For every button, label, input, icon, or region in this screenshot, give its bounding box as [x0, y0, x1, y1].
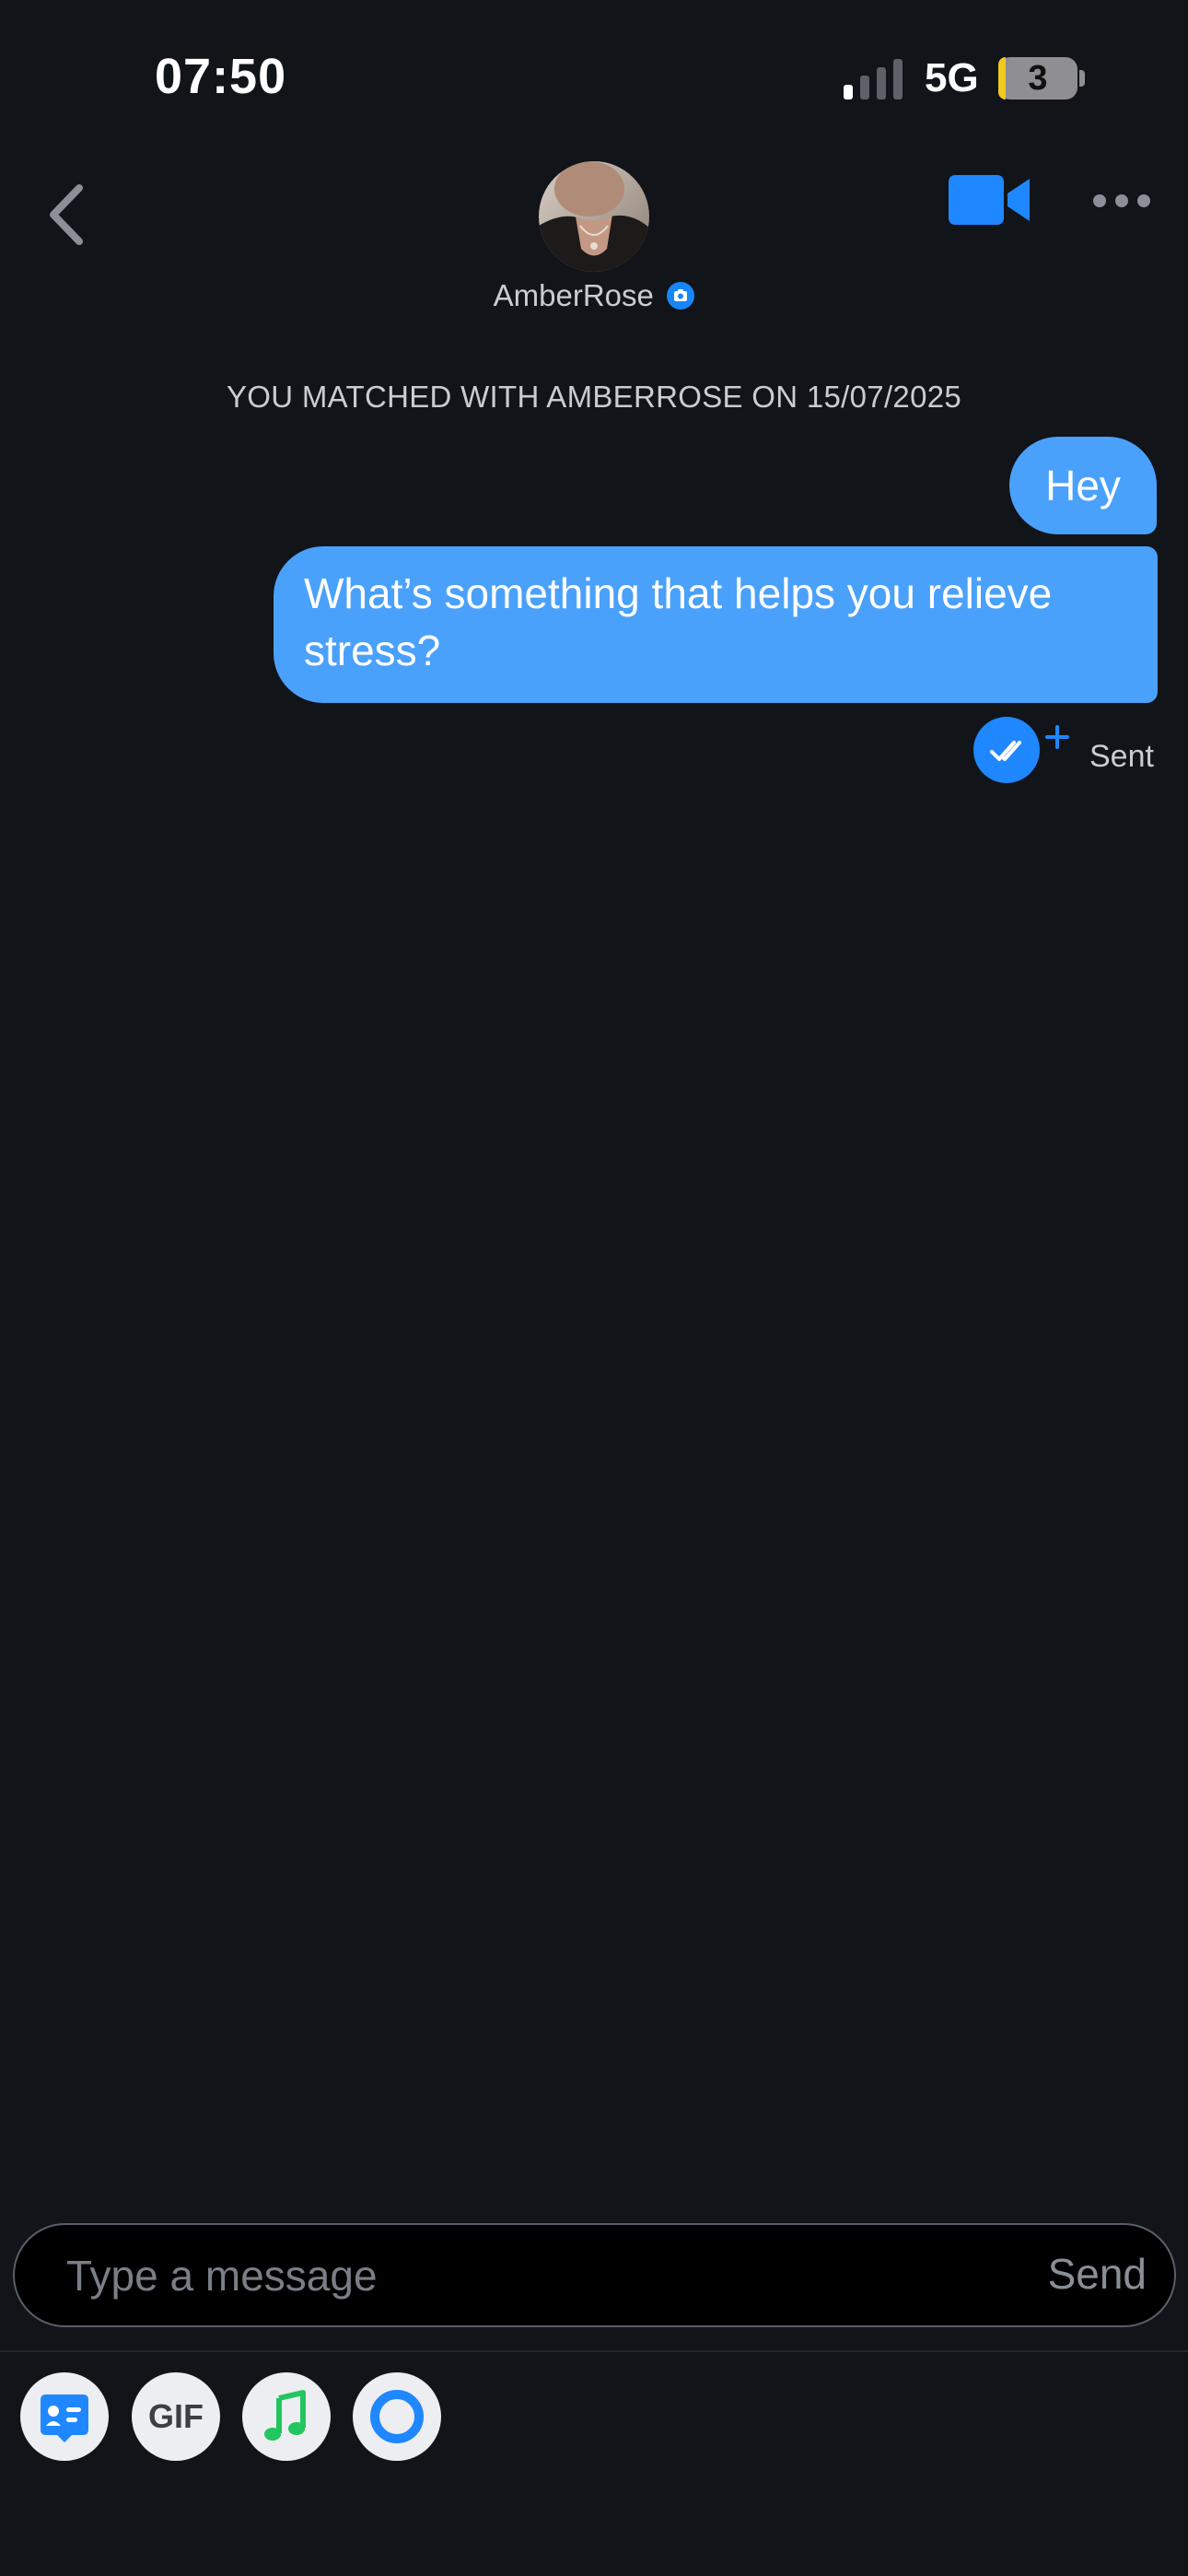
more-dots-icon[interactable]	[1092, 192, 1151, 210]
ring-icon	[370, 2390, 424, 2443]
signal-icon	[844, 59, 903, 100]
video-call-icon[interactable]	[949, 175, 1030, 225]
camera-verified-icon	[667, 282, 695, 310]
chat-screen: 07:50 5G 3 AmberRose YOU MATCHED WITH AM…	[0, 0, 1188, 2576]
chevron-left-icon[interactable]	[42, 181, 92, 249]
sticker-card-icon	[41, 2395, 88, 2442]
message-bubble[interactable]: What’s something that helps you relieve …	[274, 546, 1158, 703]
toolbar-divider	[0, 2350, 1188, 2352]
battery-tip	[1079, 70, 1085, 87]
ring-button[interactable]	[353, 2372, 441, 2461]
avatar[interactable]	[539, 161, 649, 272]
status-time: 07:50	[155, 49, 287, 104]
message-composer: Send	[13, 2223, 1176, 2327]
send-button[interactable]: Send	[1048, 2249, 1147, 2299]
battery-icon: 3	[998, 57, 1077, 100]
battery-percent: 3	[1028, 59, 1048, 98]
message-status: Sent	[1089, 739, 1154, 774]
gif-button[interactable]: GIF	[132, 2372, 220, 2461]
avatar-photo	[539, 161, 649, 272]
sticker-card-button[interactable]	[20, 2372, 109, 2461]
message-input[interactable]	[66, 2245, 895, 2306]
plus-icon[interactable]	[1044, 724, 1070, 750]
music-button[interactable]	[242, 2372, 331, 2461]
message-bubble[interactable]: Hey	[1009, 437, 1157, 534]
gif-label: GIF	[148, 2397, 204, 2435]
music-note-icon	[264, 2390, 306, 2441]
network-type: 5G	[925, 55, 979, 100]
matched-banner: YOU MATCHED WITH AMBERROSE ON 15/07/2025	[226, 380, 962, 414]
double-check-icon[interactable]	[973, 717, 1040, 783]
match-name: AmberRose	[493, 278, 654, 312]
match-name-row[interactable]: AmberRose	[0, 278, 1188, 313]
